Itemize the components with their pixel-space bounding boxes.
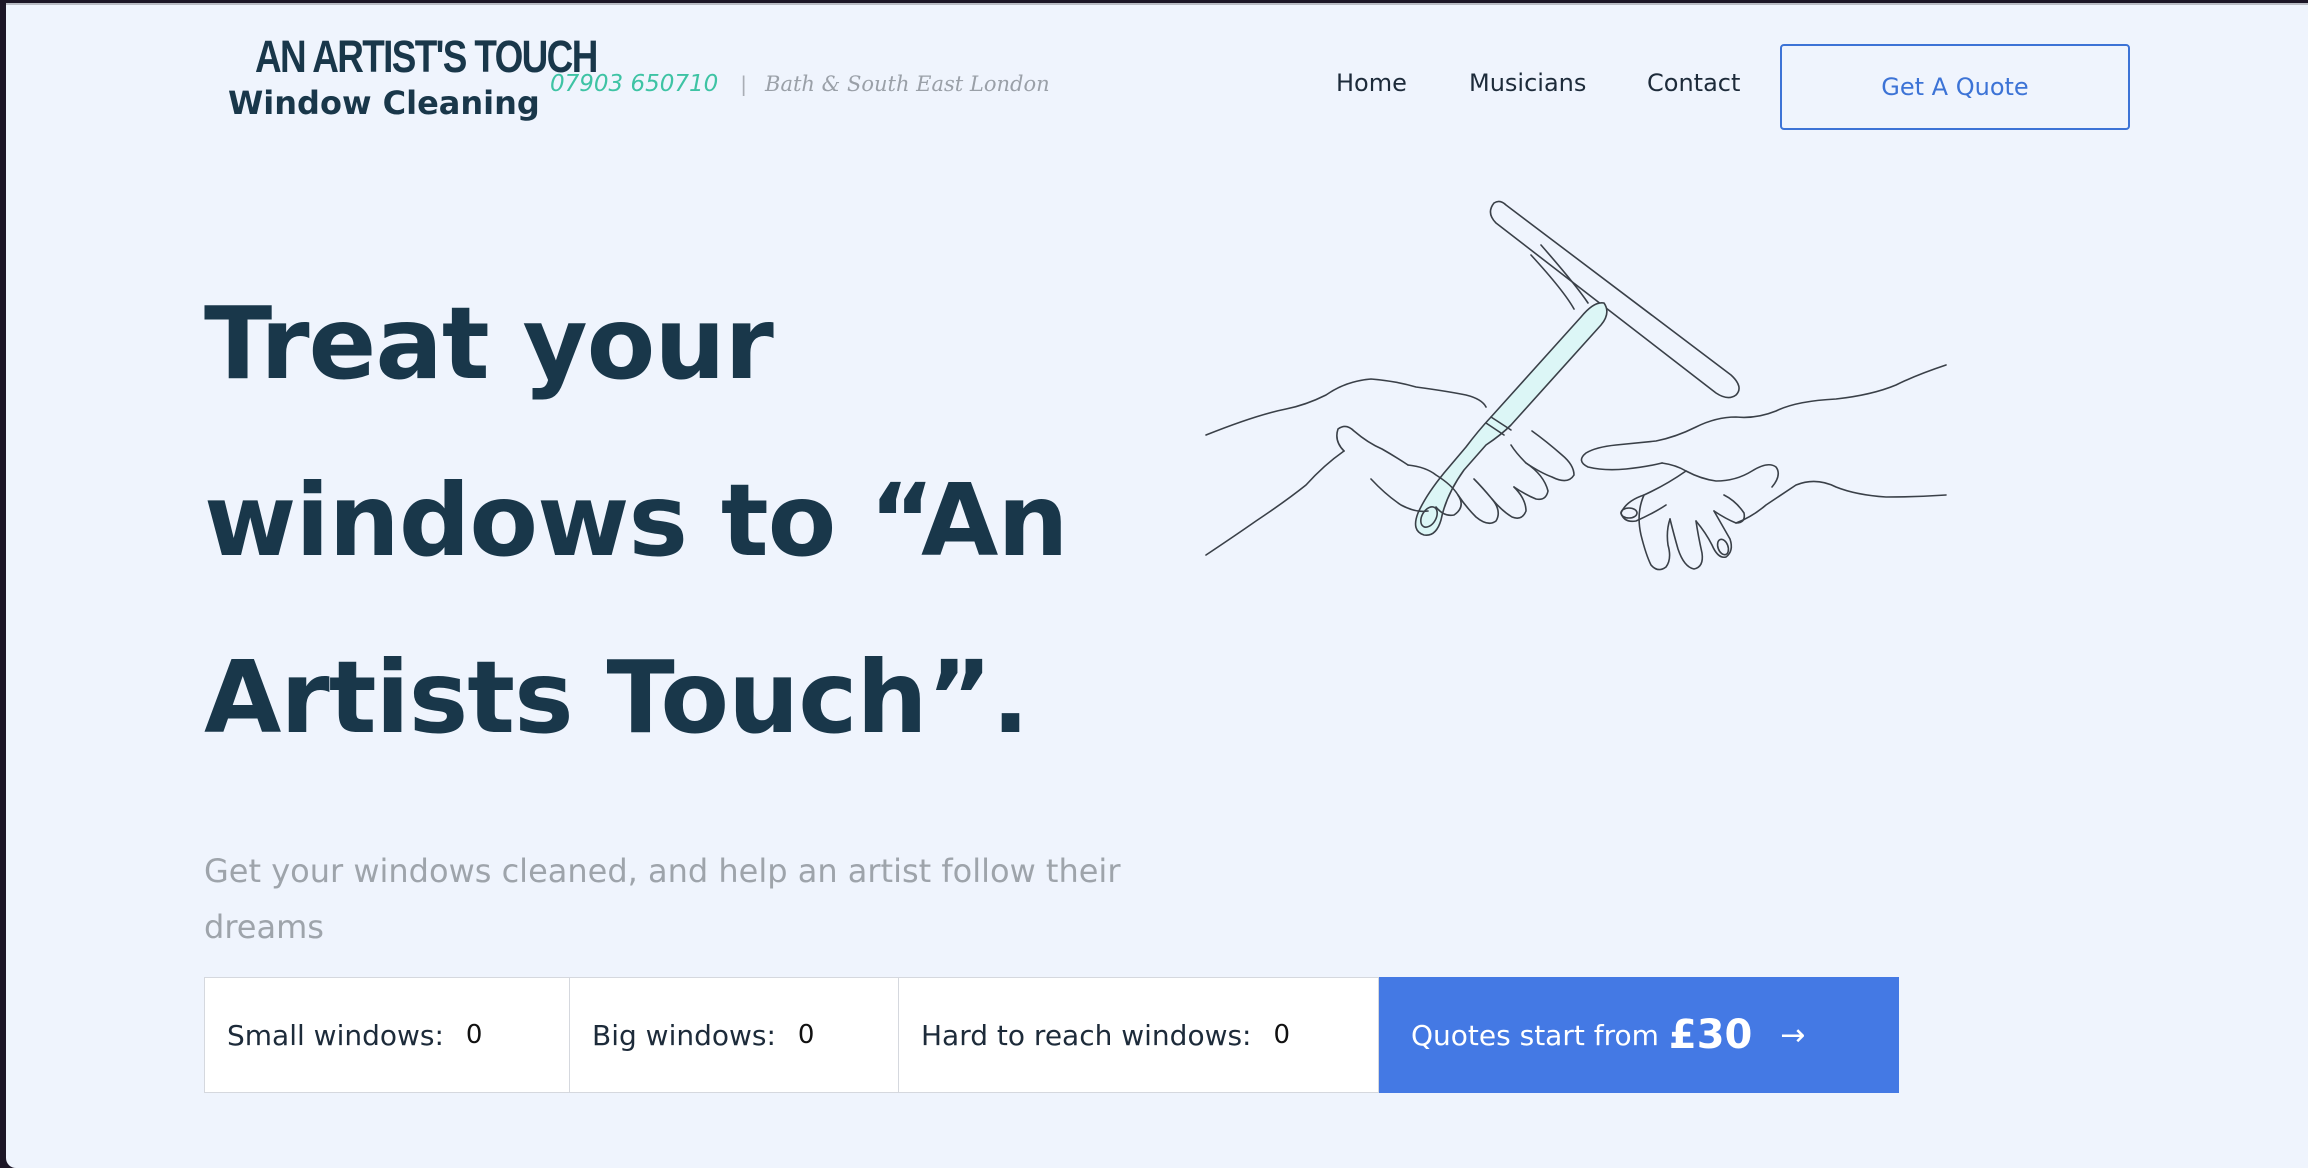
arrow-right-icon: → [1780,1017,1806,1053]
page: AN ARTIST'S TOUCH Window Cleaning 07903 … [6,3,2308,1168]
divider: | [740,72,748,96]
nav-musicians[interactable]: Musicians [1469,69,1586,97]
contact-strip: 07903 650710 | Bath & South East London [550,71,1050,97]
get-a-quote-button[interactable]: Get A Quote [1780,44,2130,130]
big-windows-count[interactable]: 0 [798,1020,838,1050]
hard-to-reach-windows-field[interactable]: Hard to reach windows: 0 [899,977,1379,1093]
small-windows-label: Small windows: [227,1018,444,1052]
nav-contact[interactable]: Contact [1647,69,1740,97]
hero-title-line: windows to “An [204,462,1069,579]
small-windows-count[interactable]: 0 [466,1020,506,1050]
hard-to-reach-windows-count[interactable]: 0 [1274,1020,1314,1050]
hard-to-reach-windows-label: Hard to reach windows: [921,1018,1252,1052]
quote-calculator: Small windows: 0 Big windows: 0 Hard to … [204,977,1899,1093]
logo-title: AN ARTIST'S TOUCH [255,31,598,82]
cta-price: £30 [1668,1012,1753,1058]
nav-home[interactable]: Home [1336,69,1407,97]
logo-subtitle: Window Cleaning [228,84,540,122]
logo[interactable]: AN ARTIST'S TOUCH Window Cleaning [228,31,598,123]
location-text: Bath & South East London [765,72,1050,96]
big-windows-field[interactable]: Big windows: 0 [570,977,899,1093]
big-windows-label: Big windows: [592,1018,776,1052]
hero-subtitle: Get your windows cleaned, and help an ar… [204,852,1121,946]
hands-with-squeegee-illustration [1205,200,1947,571]
hero-title-line: Artists Touch”. [204,639,1029,756]
hero-title-line: Treat your [204,285,774,402]
hero-title: Treat your windows to “An Artists Touch”… [204,255,1104,786]
quote-cta-button[interactable]: Quotes start from £30 → [1379,977,1899,1093]
phone-number[interactable]: 07903 650710 [550,71,718,97]
small-windows-field[interactable]: Small windows: 0 [204,977,570,1093]
cta-prefix: Quotes start from [1411,1018,1659,1052]
